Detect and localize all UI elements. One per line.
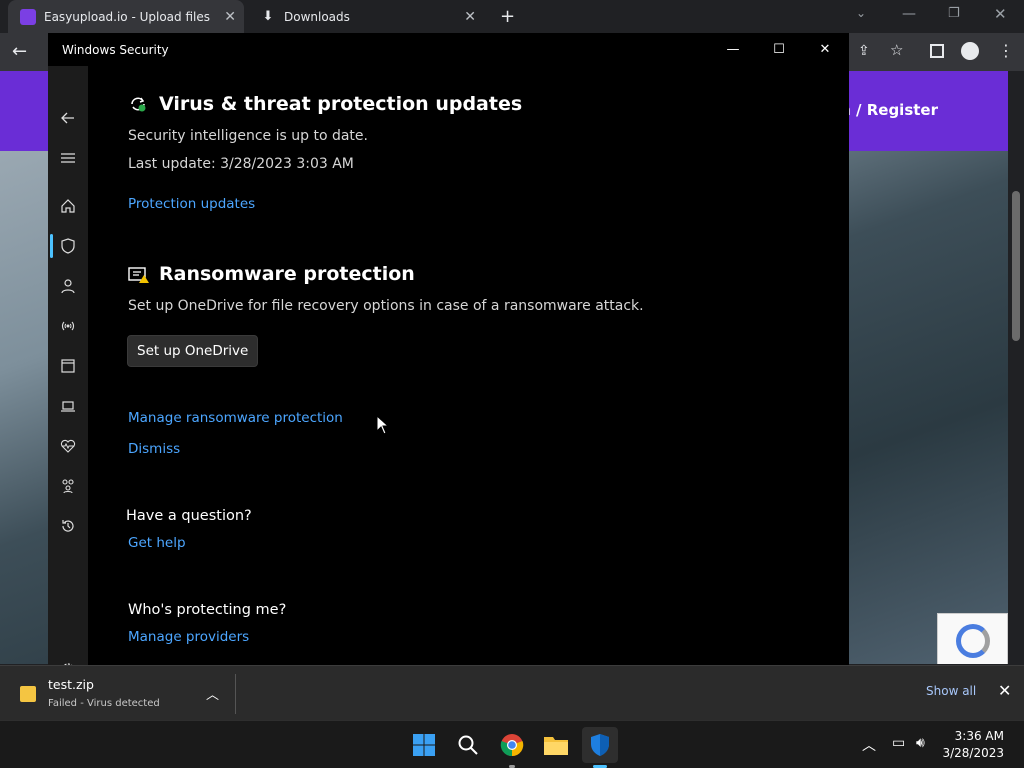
download-filename: test.zip xyxy=(48,677,94,692)
setup-onedrive-button[interactable]: Set up OneDrive xyxy=(127,335,259,367)
tab-label: Downloads xyxy=(284,9,350,24)
share-icon[interactable]: ⇪ xyxy=(858,43,870,59)
firewall-icon[interactable] xyxy=(56,314,80,338)
volume-icon[interactable]: 🔊︎ xyxy=(916,735,925,751)
download-icon: ⬇ xyxy=(262,8,274,24)
tab-label: Easyupload.io - Upload files for free xyxy=(44,9,212,24)
chevron-up-tray-icon[interactable]: ︿ xyxy=(862,735,876,755)
home-icon[interactable] xyxy=(56,194,80,218)
zip-file-icon xyxy=(20,686,36,702)
device-health-icon[interactable] xyxy=(56,434,80,458)
browser-restore-icon[interactable]: ❐ xyxy=(948,6,960,21)
new-tab-button[interactable]: + xyxy=(500,6,515,27)
window-title: Windows Security xyxy=(62,43,169,57)
main-content: Virus & threat protection updates Securi… xyxy=(126,66,848,665)
tab-downloads[interactable]: ⬇ Downloads ✕ xyxy=(248,0,484,33)
chevron-up-icon[interactable]: ︿ xyxy=(206,684,219,703)
protection-updates-link[interactable]: Protection updates xyxy=(128,196,255,212)
clock-time[interactable]: 3:36 AM xyxy=(955,729,1004,743)
back-arrow-icon[interactable]: ← xyxy=(12,41,27,62)
windows-security-window: Windows Security — ☐ ✕ Virus & threat pr… xyxy=(48,33,849,677)
easyupload-favicon-icon xyxy=(20,8,36,25)
start-windows-icon[interactable] xyxy=(406,727,442,763)
updates-title: Virus & threat protection updates xyxy=(159,93,523,115)
close-tab-icon[interactable]: ✕ xyxy=(224,9,236,25)
question-heading: Have a question? xyxy=(126,508,252,524)
back-icon[interactable] xyxy=(56,106,80,130)
history-icon[interactable] xyxy=(56,514,80,538)
window-title-bar[interactable]: Windows Security — ☐ ✕ xyxy=(48,33,849,66)
close-tab-icon[interactable]: ✕ xyxy=(464,9,476,25)
manage-ransomware-link[interactable]: Manage ransomware protection xyxy=(128,410,343,426)
updates-status: Security intelligence is up to date. xyxy=(128,128,368,144)
page-scrollbar[interactable] xyxy=(1008,71,1024,664)
nav-selection-indicator xyxy=(50,234,53,258)
family-icon[interactable] xyxy=(56,474,80,498)
taskbar: ︿ ▭ 🔊︎ 3:36 AM 3/28/2023 xyxy=(0,720,1024,768)
dismiss-link[interactable]: Dismiss xyxy=(128,441,180,457)
show-all-button[interactable]: Show all xyxy=(926,684,976,698)
recaptcha-badge[interactable] xyxy=(937,613,1008,664)
get-help-link[interactable]: Get help xyxy=(128,535,186,551)
chrome-icon[interactable] xyxy=(494,727,530,763)
close-shelf-button[interactable]: ✕ xyxy=(998,681,1011,700)
more-menu-icon[interactable]: ⋮ xyxy=(998,41,1014,60)
account-icon[interactable] xyxy=(56,274,80,298)
file-explorer-icon[interactable] xyxy=(538,727,574,763)
device-security-icon[interactable] xyxy=(56,394,80,418)
close-button[interactable]: ✕ xyxy=(802,33,848,66)
shield-icon[interactable] xyxy=(56,234,80,258)
mouse-cursor-icon xyxy=(376,414,390,439)
windows-security-icon[interactable] xyxy=(582,727,618,763)
bookmark-star-icon[interactable]: ☆ xyxy=(890,41,903,59)
menu-icon[interactable] xyxy=(56,146,80,170)
protecting-heading: Who's protecting me? xyxy=(128,602,287,618)
download-status: Failed - Virus detected xyxy=(48,698,160,709)
tab-search-icon[interactable]: ⌄ xyxy=(856,6,866,20)
scroll-thumb[interactable] xyxy=(1012,191,1020,341)
last-update-text: Last update: 3/28/2023 3:03 AM xyxy=(128,156,354,172)
ransomware-warning-icon xyxy=(128,266,150,284)
search-icon[interactable] xyxy=(450,727,486,763)
refresh-shield-icon xyxy=(128,94,148,114)
nav-rail xyxy=(48,66,88,677)
browser-close-icon[interactable]: ✕ xyxy=(994,5,1007,23)
side-panel-icon[interactable] xyxy=(930,44,944,58)
app-browser-icon[interactable] xyxy=(56,354,80,378)
browser-tab-bar: Easyupload.io - Upload files for free ✕ … xyxy=(0,0,1024,33)
download-item[interactable]: test.zip Failed - Virus detected ︿ xyxy=(14,674,236,714)
network-icon[interactable]: ▭ xyxy=(892,735,905,751)
recaptcha-icon xyxy=(956,624,990,658)
minimize-button[interactable]: — xyxy=(710,33,756,66)
profile-avatar-icon[interactable] xyxy=(961,42,979,60)
download-shelf: test.zip Failed - Virus detected ︿ Show … xyxy=(0,665,1024,720)
ransomware-description: Set up OneDrive for file recovery option… xyxy=(128,298,644,314)
manage-providers-link[interactable]: Manage providers xyxy=(128,629,249,645)
tab-easyupload[interactable]: Easyupload.io - Upload files for free ✕ xyxy=(8,0,244,33)
ransomware-title: Ransomware protection xyxy=(159,263,415,285)
maximize-button[interactable]: ☐ xyxy=(756,33,802,66)
browser-minimize-icon[interactable]: — xyxy=(902,6,916,22)
clock-date[interactable]: 3/28/2023 xyxy=(942,746,1004,760)
